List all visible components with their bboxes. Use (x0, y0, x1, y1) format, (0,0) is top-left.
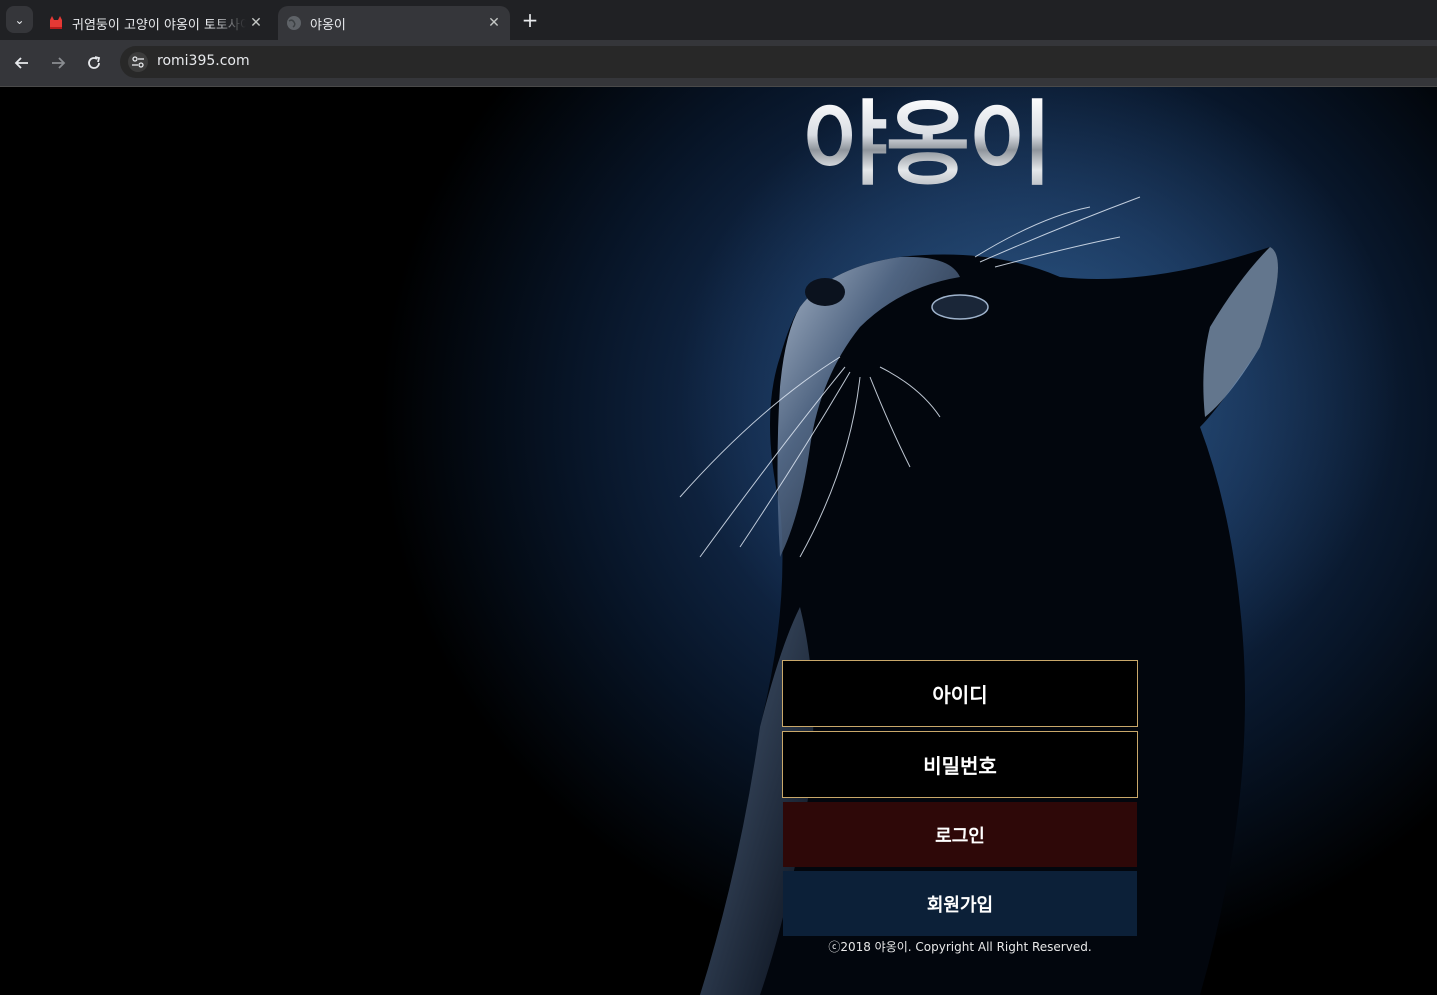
globe-icon (287, 16, 301, 30)
site-settings-icon[interactable] (128, 52, 148, 72)
tab-strip: ⌄ 귀염둥이 고양이 야옹이 토토사이트 ✕ 야옹이 ✕ + (0, 0, 1437, 40)
url-text: romi395.com (157, 53, 250, 69)
password-input[interactable]: 비밀번호 (782, 731, 1138, 798)
tab-close-icon[interactable]: ✕ (246, 15, 266, 31)
address-bar[interactable]: romi395.com (120, 46, 1437, 78)
signup-button[interactable]: 회원가입 (783, 871, 1137, 936)
tab-active[interactable]: 야옹이 ✕ (278, 6, 510, 40)
tab-title: 귀염둥이 고양이 야옹이 토토사이트 (72, 17, 246, 33)
cat-background-image (679, 87, 1400, 995)
site-logo: 야옹이 (803, 95, 1103, 195)
tab-search-button[interactable]: ⌄ (6, 6, 33, 33)
red-cat-favicon-icon (50, 16, 62, 29)
forward-arrow-icon[interactable] (47, 52, 69, 74)
page-viewport: 야옹이 아이디 비밀번호 로그인 회원가입 ⓒ2018 야옹이. Copyrig… (0, 87, 1437, 995)
new-tab-button[interactable]: + (520, 9, 540, 31)
login-form: 아이디 비밀번호 로그인 회원가입 (782, 660, 1138, 940)
browser-toolbar: romi395.com (0, 40, 1437, 87)
tab-title: 야옹이 (310, 17, 346, 33)
copyright-text: ⓒ2018 야옹이. Copyright All Right Reserved. (828, 940, 1092, 954)
login-button[interactable]: 로그인 (783, 802, 1137, 867)
back-arrow-icon[interactable] (11, 52, 33, 74)
tab-first[interactable]: 귀염둥이 고양이 야옹이 토토사이트 ✕ (40, 6, 272, 40)
tab-close-icon[interactable]: ✕ (484, 15, 504, 31)
reload-icon[interactable] (83, 52, 105, 74)
id-input[interactable]: 아이디 (782, 660, 1138, 727)
